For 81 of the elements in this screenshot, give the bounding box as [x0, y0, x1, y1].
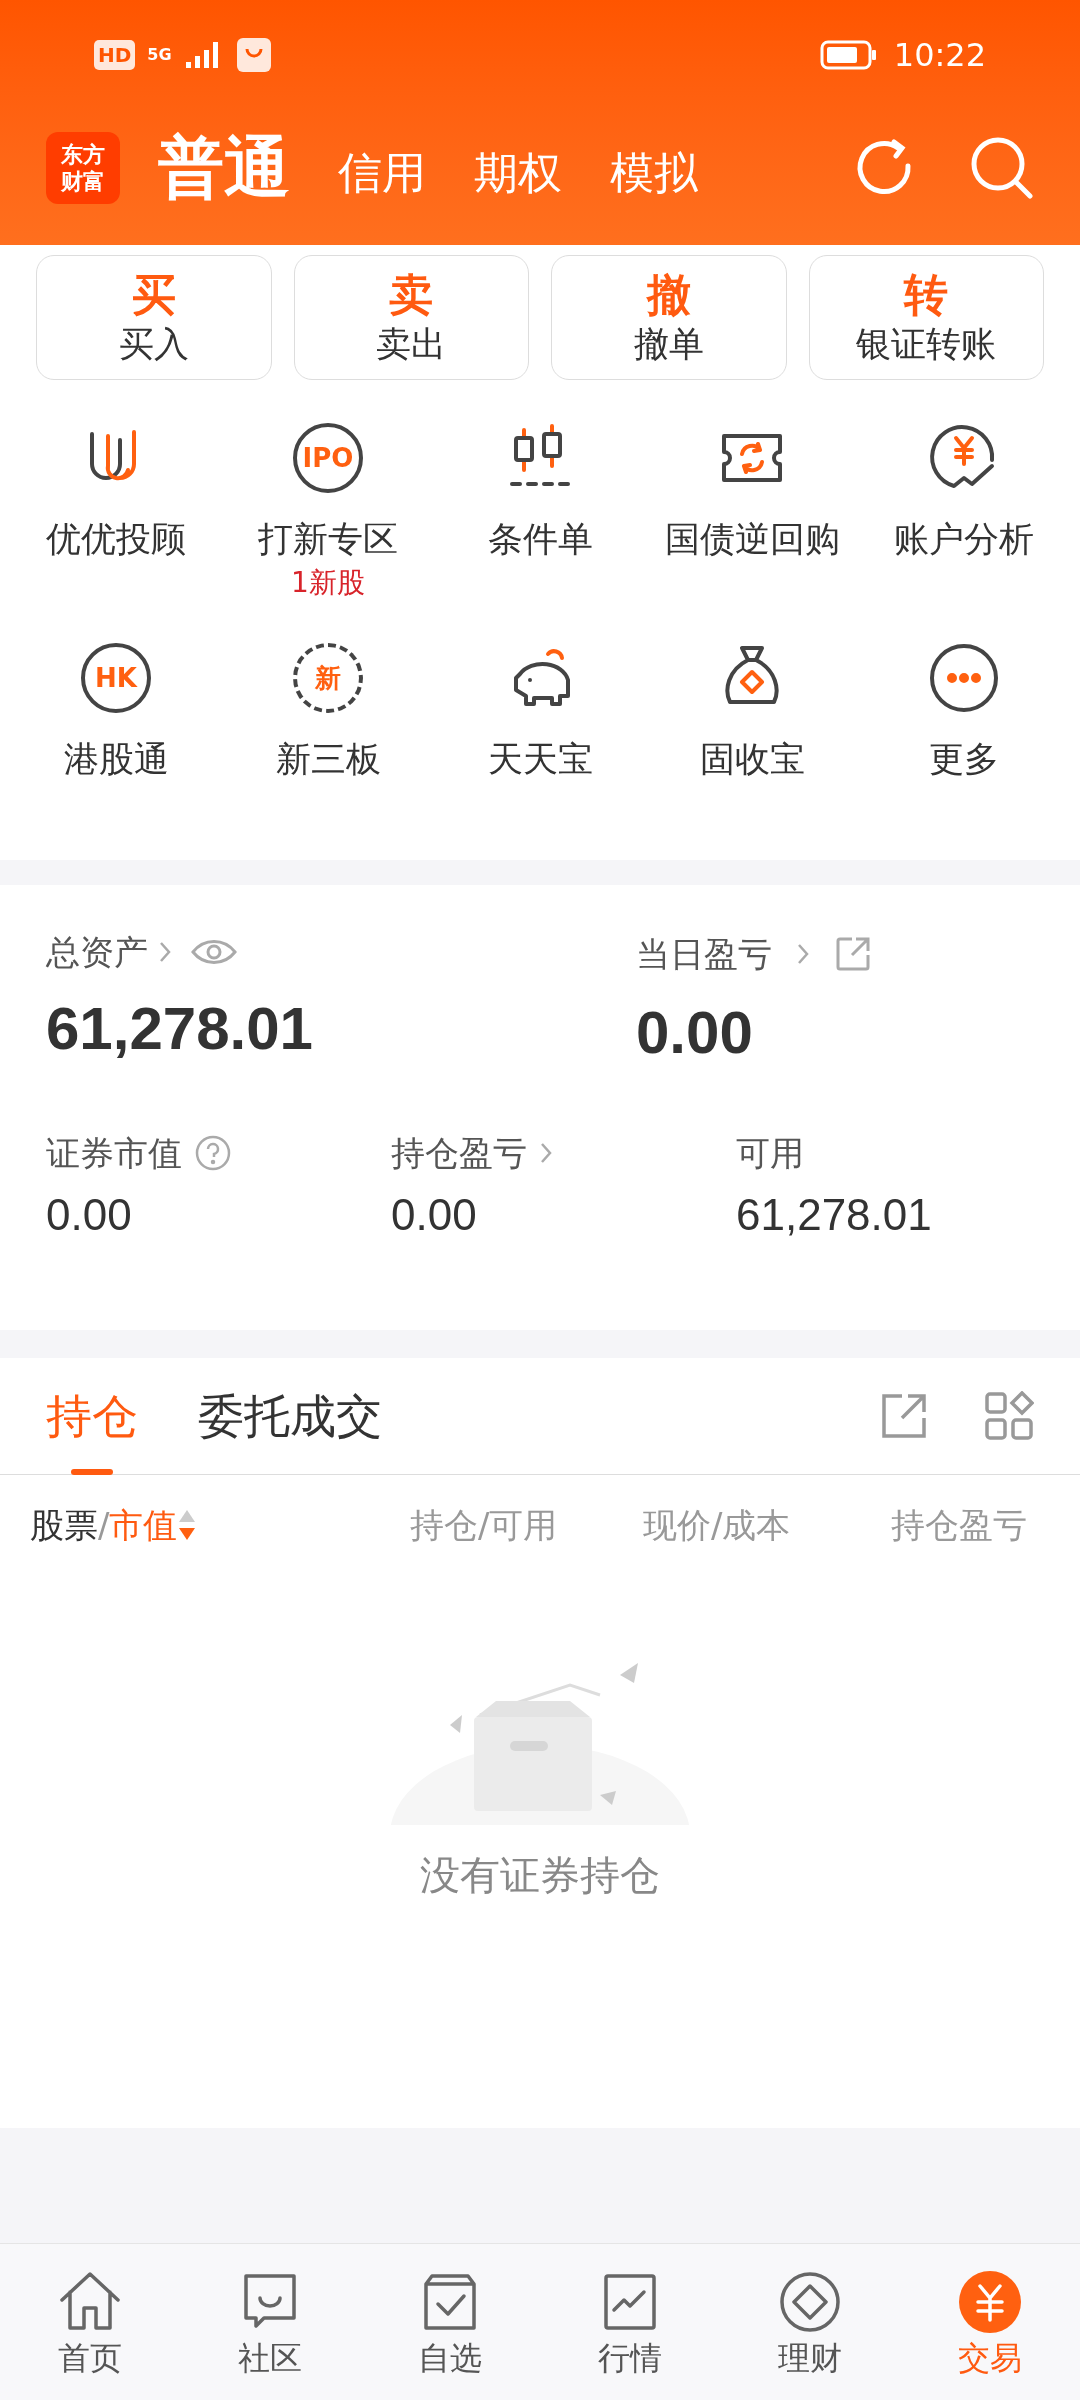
nav-label: 交易 [958, 2342, 1022, 2374]
action-card[interactable]: 转 银证转账 [808, 255, 1044, 380]
diamond-circle-icon [778, 2270, 842, 2334]
action-glyph: 转 [904, 273, 949, 317]
shopping-bag-icon [235, 37, 272, 73]
stat-value: 0.00 [46, 1193, 133, 1237]
column-divider-slash: / [98, 1508, 110, 1542]
tool-item[interactable]: 更多 [858, 640, 1070, 820]
nav-tab[interactable]: 社区 [180, 2270, 360, 2374]
tool-item[interactable]: 条件单 [434, 420, 646, 600]
help-icon[interactable] [194, 1134, 232, 1172]
nav-tab[interactable]: 理财 [720, 2270, 900, 2374]
nav-tab[interactable]: 自选 [360, 2270, 540, 2374]
asset-value: 61,278.01 [46, 999, 314, 1059]
ipo-icon: IPO [293, 423, 363, 493]
new-stock-count-label: 1新股 [291, 569, 365, 597]
nav-tab[interactable]: 首页 [0, 2270, 180, 2374]
share-icon[interactable] [834, 935, 872, 973]
hk-icon: HK [81, 643, 151, 713]
battery-icon [819, 40, 878, 70]
nav-tab[interactable]: 行情 [540, 2270, 720, 2374]
action-label: 撤单 [633, 327, 704, 362]
nav-label: 理财 [778, 2342, 842, 2374]
chevron-right-icon [796, 942, 810, 966]
tool-item[interactable]: 新 新三板 [222, 640, 434, 820]
tool-label: 国债逆回购 [664, 522, 840, 557]
column-header: 持仓/可用 [410, 1508, 559, 1542]
stat-value: 61,278.01 [736, 1193, 933, 1237]
export-icon[interactable] [880, 1392, 928, 1440]
cycle-icon: 新 [293, 643, 363, 713]
nav-label: 行情 [598, 2342, 662, 2374]
asset-label: 总资产 [46, 935, 148, 969]
tool-label: 港股通 [63, 742, 169, 777]
logo-text: 东方 [61, 140, 105, 168]
position-tab[interactable]: 委托成交 [198, 1357, 382, 1475]
empty-state-message: 没有证券持仓 [420, 1855, 660, 1895]
asset-label: 当日盈亏 [636, 937, 772, 971]
tool-item[interactable]: 国债逆回购 [646, 420, 858, 600]
chevron-right-icon [539, 1141, 553, 1165]
tool-label: 打新专区 [258, 522, 398, 557]
action-label: 卖出 [376, 327, 447, 362]
action-glyph: 卖 [389, 273, 434, 317]
chevron-right-icon [158, 940, 172, 964]
tool-label: 更多 [929, 742, 999, 777]
stat-label: 可用 [736, 1136, 804, 1170]
layout-grid-icon[interactable] [984, 1391, 1034, 1441]
tool-item[interactable]: 优优投顾 [10, 420, 222, 600]
nav-label: 首页 [58, 2342, 122, 2374]
nav-label: 自选 [418, 2342, 482, 2374]
action-label: 买入 [118, 327, 189, 362]
tool-label: 条件单 [487, 522, 593, 557]
action-card[interactable]: 撤 撤单 [551, 255, 787, 380]
hd-indicator: HD [94, 40, 136, 70]
stat-label: 证券市值 [46, 1136, 182, 1170]
tool-item[interactable]: 账户分析 [858, 420, 1070, 600]
stat-value: 0.00 [391, 1193, 478, 1237]
column-header: 持仓盈亏 [891, 1508, 1027, 1542]
tool-label: 账户分析 [894, 522, 1034, 557]
action-glyph: 买 [131, 273, 176, 317]
action-card[interactable]: 买 买入 [36, 255, 272, 380]
tool-item[interactable]: HK 港股通 [10, 640, 222, 820]
column-header: 股票 [30, 1508, 98, 1542]
stat-label: 持仓盈亏 [391, 1136, 527, 1170]
action-glyph: 撤 [646, 273, 691, 317]
column-header: 现价/成本 [643, 1508, 792, 1542]
tool-item[interactable]: IPO 打新专区 1新股 [222, 420, 434, 600]
nav-label: 社区 [238, 2342, 302, 2374]
tool-item[interactable]: 固收宝 [646, 640, 858, 820]
clock-time: 10:22 [893, 39, 986, 71]
search-icon[interactable] [970, 135, 1034, 200]
tool-label: 固收宝 [699, 742, 805, 777]
yen-circle-icon [958, 2270, 1022, 2334]
action-card[interactable]: 卖 卖出 [293, 255, 529, 380]
asset-value: 0.00 [636, 1003, 754, 1063]
network-type: 5G [147, 47, 172, 63]
tool-item[interactable]: 天天宝 [434, 640, 646, 820]
tool-label: 优优投顾 [46, 522, 186, 557]
action-label: 银证转账 [856, 327, 997, 362]
logo-text: 财富 [61, 167, 105, 195]
tool-label: 天天宝 [487, 742, 593, 777]
tool-label: 新三板 [275, 742, 381, 777]
